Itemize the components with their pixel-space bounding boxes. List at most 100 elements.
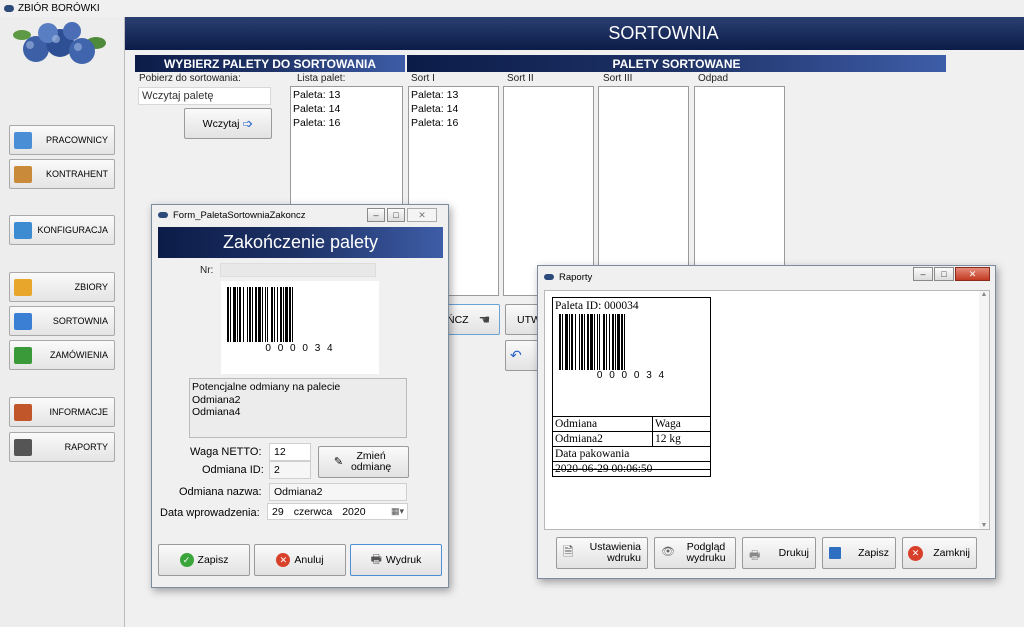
printer-icon: 🖶 (749, 548, 761, 562)
funnel-icon (14, 313, 32, 330)
variety-id-label: Odmiana ID: (202, 464, 264, 476)
date-label: Data wprowadzenia: (160, 507, 260, 519)
close-circle-icon: ✕ (908, 546, 923, 561)
cancel-icon: ✕ (276, 553, 291, 567)
load-button[interactable]: Wczytaj ➩ (184, 108, 272, 139)
undo-icon: ↶ (510, 347, 522, 363)
variety-name-label: Odmiana nazwa: (179, 486, 262, 498)
pack-date-label: Data pakowania (552, 446, 711, 462)
app-titlebar: ZBIÓR BORÓWKI (0, 0, 1024, 17)
print-settings-button[interactable]: 🗎 Ustawienia wdruku (556, 537, 648, 569)
floppy-icon (829, 547, 841, 559)
nav-zamowienia[interactable]: ZAMÓWIENIA (9, 340, 115, 370)
list-item[interactable]: Paleta: 13 (293, 88, 400, 102)
varieties-textarea[interactable]: Potencjalne odmiany na palecie Odmiana2 … (189, 378, 407, 438)
barcode-image: 0 0 0 0 3 4 (221, 281, 379, 374)
close-button[interactable]: ✕ (407, 208, 437, 222)
barcode-digits: 0 0 0 0 3 4 (265, 343, 335, 354)
nr-field[interactable] (220, 263, 376, 277)
save-report-button[interactable]: Zapisz (822, 537, 896, 569)
list-item[interactable]: Paleta: 16 (411, 116, 496, 130)
close-button[interactable]: ✕ (955, 267, 990, 281)
print-preview-button[interactable]: 👁 Podgląd wydruku (654, 537, 736, 569)
pallet-input[interactable]: Wczytaj paletę (138, 87, 271, 105)
scrollbar[interactable]: ▲ ▼ (979, 291, 989, 529)
weight-input[interactable]: 12 (269, 443, 311, 461)
col-variety-header: Odmiana (552, 416, 653, 432)
chart-icon (14, 439, 32, 456)
hand-icon: ☚ (478, 311, 491, 327)
nav-zbiory[interactable]: ZBIORY (9, 272, 115, 302)
cancel-button[interactable]: ✕ Anuluj (254, 544, 346, 576)
form-heading: Zakończenie palety (158, 227, 443, 258)
check-icon: ✓ (179, 553, 194, 567)
save-button[interactable]: ✓ Zapisz (158, 544, 250, 576)
report-barcode: 0 0 0 0 3 4 (553, 312, 710, 381)
minimize-button[interactable]: – (913, 267, 933, 281)
variety-id-field: 2 (269, 461, 311, 479)
nav-raporty[interactable]: RAPORTY (9, 432, 115, 462)
contact-card-icon (14, 166, 32, 183)
weight-label: Waga NETTO: (190, 446, 262, 458)
nav-sortownia[interactable]: SORTOWNIA (9, 306, 115, 336)
barcode-digits: 0 0 0 0 3 4 (596, 370, 667, 381)
list-item[interactable]: Paleta: 16 (293, 116, 400, 130)
date-picker[interactable]: 29 czerwca 2020 ▦▾ (267, 503, 408, 520)
report-viewer[interactable]: ▲ ▼ Paleta ID: 000034 0 0 0 0 3 4 Odmiana… (544, 290, 990, 530)
print-report-button[interactable]: 🖶 Drukuj (742, 537, 816, 569)
truck-icon (14, 347, 32, 364)
list-item[interactable]: Paleta: 14 (293, 102, 400, 116)
pallet-finish-window: Form_PaletaSortowniaZakoncz – □ ✕ Zakońc… (151, 204, 449, 588)
gears-icon (14, 222, 32, 239)
sort3-label: Sort III (603, 73, 633, 84)
nr-label: Nr: (200, 265, 214, 276)
arrow-right-icon: ➩ (242, 115, 254, 131)
blueberries-logo (13, 22, 106, 64)
page-title: SORTOWNIA (608, 23, 719, 43)
minimize-button[interactable]: – (367, 208, 385, 222)
calendar-dropdown-icon[interactable]: ▦▾ (391, 506, 404, 517)
barcode-bars (227, 287, 373, 342)
report-table: Odmiana Waga Odmiana2 12 kg Data pakowania… (552, 416, 711, 477)
report-pallet-id: Paleta ID: 000034 (555, 300, 639, 312)
nav-informacje[interactable]: INFORMACJE (9, 397, 115, 427)
fetch-label: Pobierz do sortowania: (139, 73, 241, 84)
app-icon (544, 274, 554, 280)
change-variety-button[interactable]: ✎ Zmień odmianę (318, 446, 409, 478)
inbox-download-icon (14, 279, 32, 296)
page-header: SORTOWNIA (125, 17, 1024, 50)
barcode-bars (559, 314, 704, 370)
briefcase-icon (14, 404, 32, 421)
maximize-button[interactable]: □ (387, 208, 405, 222)
nav-pracownicy[interactable]: PRACOWNICY (9, 125, 115, 155)
waste-label: Odpad (698, 73, 729, 84)
pen-icon: ✎ (333, 455, 344, 468)
sort1-label: Sort I (411, 73, 435, 84)
variety-cell: Odmiana2 (552, 431, 653, 447)
app-icon (158, 212, 168, 218)
sorted-pallets-header: PALETY SORTOWANE (407, 55, 946, 72)
settings-page-icon: 🗎 (563, 544, 574, 559)
list-item[interactable]: Paleta: 13 (411, 88, 496, 102)
select-pallets-header: WYBIERZ PALETY DO SORTOWANIA (135, 55, 405, 72)
print-button[interactable]: 🖶 Wydruk (350, 544, 442, 576)
pack-date-value: 2020-06-29 00:06:50 (552, 461, 711, 477)
variety-name-field: Odmiana2 (269, 483, 407, 501)
weight-cell: 12 kg (652, 431, 711, 447)
maximize-button[interactable]: □ (934, 267, 954, 281)
printer-icon: 🖶 (370, 551, 382, 566)
nav-kontrahent[interactable]: KONTRAHENT (9, 159, 115, 189)
people-icon (14, 132, 32, 149)
nav-konfiguracja[interactable]: KONFIGURACJA (9, 215, 115, 245)
eye-icon: 👁 (661, 546, 675, 558)
col-weight-header: Waga (652, 416, 711, 432)
report-page: Paleta ID: 000034 0 0 0 0 3 4 Odmiana Wag… (552, 297, 711, 477)
list-item[interactable]: Paleta: 14 (411, 102, 496, 116)
sidebar: PRACOWNICY KONTRAHENT KONFIGURACJA ZBIOR… (0, 17, 125, 627)
pallet-list-label: Lista palet: (297, 73, 346, 84)
close-report-button[interactable]: ✕ Zamknij (902, 537, 977, 569)
report-window: Raporty – □ ✕ ▲ ▼ Paleta ID: 000034 0 0 0… (537, 265, 996, 579)
sort2-label: Sort II (507, 73, 534, 84)
app-icon (4, 5, 14, 12)
app-title: ZBIÓR BORÓWKI (18, 3, 100, 14)
